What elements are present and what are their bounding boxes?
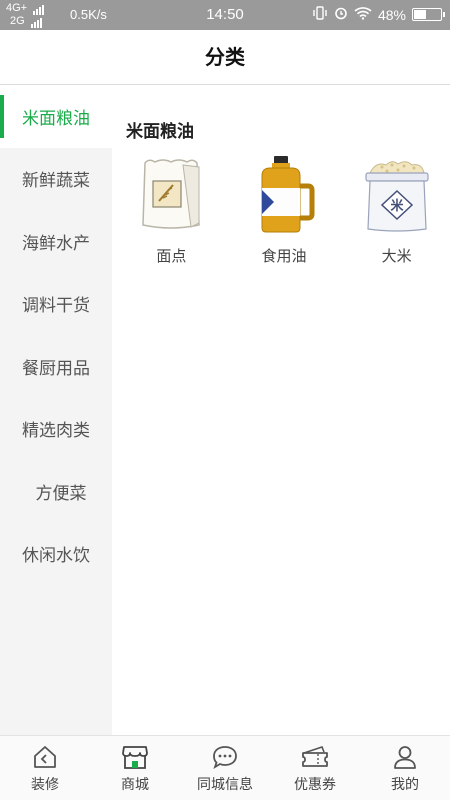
product-grid: 面点 食用油 米 大米 (112, 155, 450, 266)
battery-percent: 48% (377, 6, 406, 23)
category-sidebar: 米面粮油 新鲜蔬菜 海鲜水产 调料干货 餐厨用品 精选肉类 方便菜 休闲水饮 (0, 85, 112, 735)
sidebar-item-seafood[interactable]: 海鲜水产 (0, 210, 112, 273)
svg-text:米: 米 (390, 198, 404, 214)
product-label: 面点 (156, 247, 187, 265)
sidebar-item-label: 新鲜蔬菜 (22, 171, 90, 192)
tab-local-info[interactable]: 同城信息 (180, 736, 270, 800)
status-icons: 48% (312, 6, 445, 23)
sidebar-item-label: 海鲜水产 (22, 233, 90, 254)
house-icon (30, 742, 60, 772)
tab-profile[interactable]: 我的 (360, 736, 450, 800)
section-title: 米面粮油 (126, 122, 194, 142)
sidebar-item-vegetables[interactable]: 新鲜蔬菜 (0, 148, 112, 211)
sidebar-item-label: 精选肉类 (22, 421, 90, 442)
tab-label: 优惠券 (294, 777, 336, 793)
tab-decoration[interactable]: 装修 (0, 736, 90, 800)
product-label: 食用油 (261, 247, 307, 265)
bottom-tab-bar: 装修 商城 同城信息 优惠券 我的 (0, 735, 450, 800)
sidebar-item-label: 米面粮油 (22, 108, 90, 129)
coupon-icon (300, 742, 330, 772)
product-rice[interactable]: 米 大米 (343, 155, 450, 266)
tab-label: 装修 (31, 777, 59, 793)
alarm-icon (334, 6, 348, 23)
vibrate-icon (312, 6, 328, 23)
rice-sack-icon: 米 (362, 155, 432, 233)
header: 分类 (0, 30, 450, 85)
sidebar-item-convenience-food[interactable]: 方便菜 (0, 460, 112, 523)
sidebar-item-meat[interactable]: 精选肉类 (0, 398, 112, 461)
product-cooking-oil[interactable]: 食用油 (231, 155, 338, 266)
store-icon (120, 742, 150, 772)
sidebar-item-label: 餐厨用品 (22, 358, 90, 379)
oil-bottle-icon (249, 155, 319, 233)
tab-label: 商城 (121, 777, 149, 793)
tab-label: 同城信息 (197, 777, 253, 793)
sidebar-item-label: 休闲水饮 (22, 546, 90, 567)
flour-bag-icon (136, 155, 206, 233)
tab-coupons[interactable]: 优惠券 (270, 736, 360, 800)
sidebar-item-drinks[interactable]: 休闲水饮 (0, 523, 112, 586)
page-title: 分类 (205, 45, 245, 69)
sidebar-item-label: 方便菜 (35, 483, 87, 504)
sidebar-item-grain-oil[interactable]: 米面粮油 (0, 85, 112, 148)
sidebar-item-kitchenware[interactable]: 餐厨用品 (0, 335, 112, 398)
sidebar-item-seasoning[interactable]: 调料干货 (0, 273, 112, 336)
chat-bubble-icon (210, 742, 240, 772)
battery-icon (412, 8, 445, 21)
sidebar-item-label: 调料干货 (22, 296, 90, 317)
category-content: 米面粮油 面点 食用油 米 大米 (112, 85, 450, 735)
user-icon (390, 742, 420, 772)
tab-label: 我的 (391, 777, 419, 793)
wifi-icon (354, 6, 372, 23)
product-flour[interactable]: 面点 (118, 155, 225, 266)
tab-mall[interactable]: 商城 (90, 736, 180, 800)
product-label: 大米 (381, 247, 412, 265)
status-bar: 4G+ 2G 0.5K/s 14:50 48% (0, 0, 450, 30)
